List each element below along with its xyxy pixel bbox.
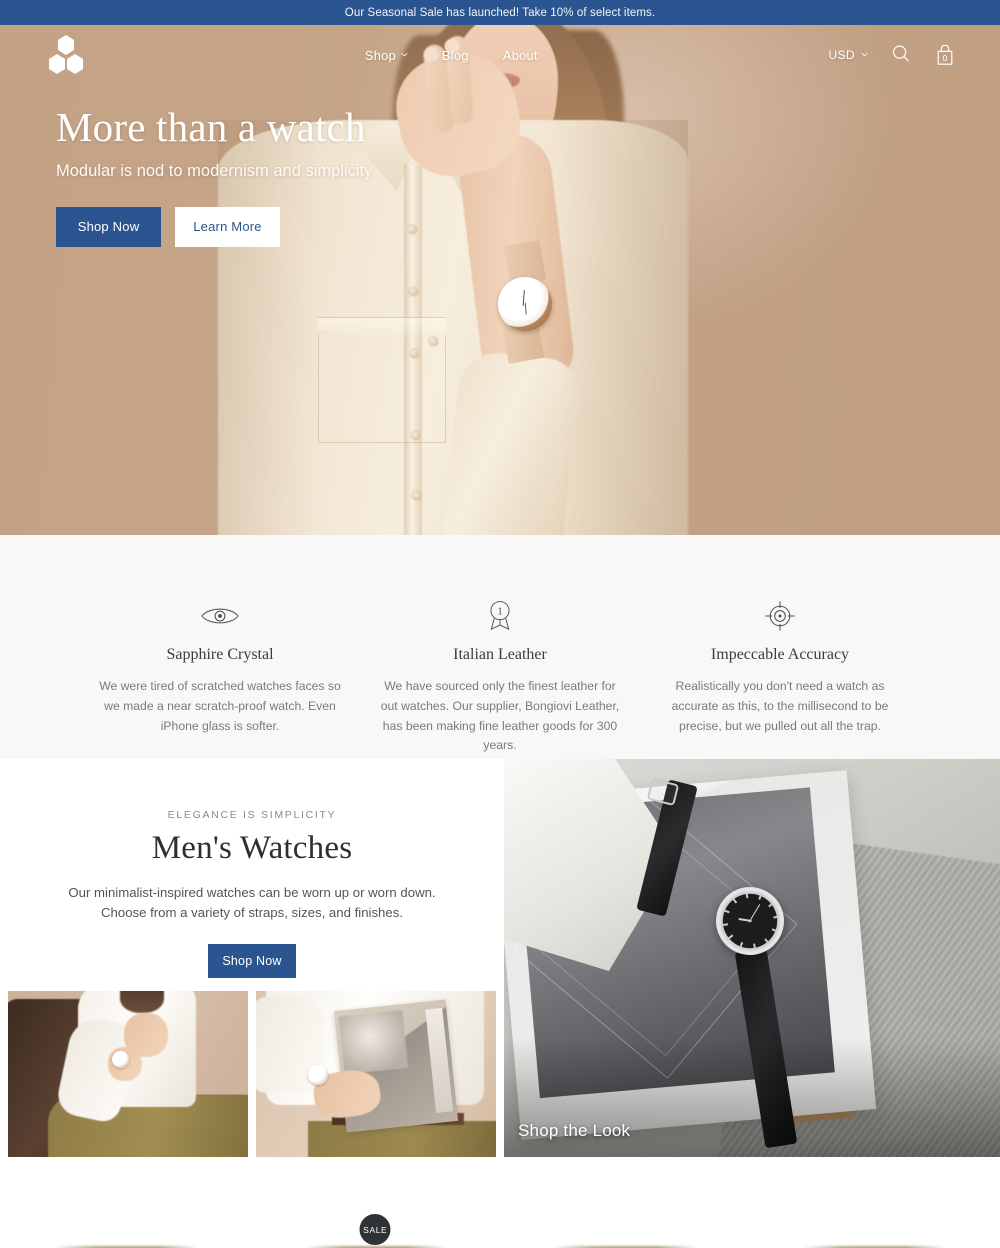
search-icon bbox=[892, 45, 909, 62]
product-card-1[interactable] bbox=[8, 1176, 244, 1248]
announcement-bar[interactable]: Our Seasonal Sale has launched! Take 10%… bbox=[0, 0, 1000, 25]
announcement-text: Our Seasonal Sale has launched! Take 10%… bbox=[344, 6, 656, 19]
nav-item-about[interactable]: About bbox=[503, 48, 538, 63]
feature-text: Realistically you don't need a watch as … bbox=[671, 679, 889, 733]
collection-text-line1: Our minimalist-inspired watches can be w… bbox=[68, 885, 436, 900]
features-section: Sapphire Crystal We were tired of scratc… bbox=[0, 535, 1000, 759]
sale-badge: SALE bbox=[359, 1214, 391, 1245]
page-root: Our Seasonal Sale has launched! Take 10%… bbox=[0, 0, 1000, 1248]
watch-tick bbox=[722, 923, 729, 927]
feature-title: Sapphire Crystal bbox=[166, 646, 274, 663]
man-seated-wearing-watch-photo bbox=[8, 991, 248, 1157]
products-row: SALE bbox=[0, 1176, 1000, 1248]
shop-the-look-label: Shop the Look bbox=[518, 1121, 631, 1140]
svg-text:1: 1 bbox=[497, 605, 502, 617]
wristwatch bbox=[308, 1065, 328, 1085]
hero-copy: More than a watch Modular is nod to mode… bbox=[56, 104, 576, 247]
nav-item-blog-label: Blog bbox=[441, 47, 469, 63]
feature-text: We have sourced only the finest leather … bbox=[380, 679, 620, 753]
shop-the-look-card[interactable]: Shop the Look bbox=[504, 759, 1000, 1157]
feature-text: We were tired of scratched watches faces… bbox=[99, 679, 341, 733]
collection-eyebrow: ELEGANCE IS SIMPLICITY bbox=[167, 809, 337, 821]
watch-tick bbox=[724, 910, 730, 914]
collection-title: Men's Watches bbox=[151, 830, 353, 866]
nav-item-blog[interactable]: Blog bbox=[442, 48, 469, 63]
product-card-4[interactable] bbox=[757, 1176, 993, 1248]
header-actions: USD 0 bbox=[828, 43, 956, 67]
feature-icon-wrap: 1 bbox=[378, 597, 622, 635]
award-ribbon-icon: 1 bbox=[490, 601, 510, 631]
eye-icon bbox=[201, 608, 239, 624]
watch-tick bbox=[732, 898, 737, 904]
feature-sapphire-crystal: Sapphire Crystal We were tired of scratc… bbox=[80, 597, 360, 736]
crosshair-target-icon bbox=[765, 601, 795, 631]
nav-item-shop[interactable]: Shop bbox=[365, 48, 408, 63]
watch-tick bbox=[764, 938, 769, 944]
watch-tick bbox=[773, 915, 779, 919]
logo-link[interactable] bbox=[44, 33, 88, 77]
hero-shop-now-button[interactable]: Shop Now bbox=[56, 206, 161, 247]
hero-content-layer: More than a watch Modular is nod to mode… bbox=[0, 25, 1000, 535]
chevron-down-icon bbox=[401, 52, 408, 56]
man-holding-art-book-wearing-watch-photo bbox=[256, 991, 496, 1157]
watch-tick bbox=[768, 902, 773, 907]
nav-item-about-label: About bbox=[502, 47, 538, 63]
modular-hexagon-logo-icon bbox=[49, 35, 83, 74]
collection-section: ELEGANCE IS SIMPLICITY Men's Watches Our… bbox=[0, 759, 1000, 1163]
chevron-down-icon bbox=[861, 52, 868, 56]
collection-thumbnail-2[interactable] bbox=[256, 991, 496, 1157]
feature-icon-wrap bbox=[658, 597, 902, 635]
hero-subtitle: Modular is nod to modernism and simplici… bbox=[56, 161, 373, 180]
wristwatch bbox=[112, 1051, 129, 1068]
watch-tick bbox=[745, 893, 748, 899]
watch-tick bbox=[728, 934, 734, 940]
collection-thumbnail-1[interactable] bbox=[8, 991, 248, 1157]
product-card-3[interactable] bbox=[507, 1176, 743, 1248]
feature-impeccable-accuracy: Impeccable Accuracy Realistically you do… bbox=[640, 597, 920, 736]
watch-tick bbox=[771, 928, 778, 932]
watch-tick bbox=[740, 942, 744, 948]
hero-learn-more-button[interactable]: Learn More bbox=[175, 206, 280, 247]
book-cover-portrait bbox=[338, 1010, 409, 1075]
feature-italian-leather: 1 Italian Leather We have sourced only t… bbox=[360, 597, 640, 756]
products-section: SALE bbox=[0, 1176, 1000, 1248]
currency-selector[interactable]: USD bbox=[828, 48, 868, 62]
collection-copy: ELEGANCE IS SIMPLICITY Men's Watches Our… bbox=[0, 759, 504, 991]
collection-shop-now-button[interactable]: Shop Now bbox=[208, 944, 296, 979]
hero-title: More than a watch bbox=[56, 104, 366, 150]
watch-tick bbox=[758, 894, 762, 900]
hero-section: More than a watch Modular is nod to mode… bbox=[0, 25, 1000, 535]
cart-button[interactable]: 0 bbox=[934, 43, 956, 67]
hero-actions: Shop Now Learn More bbox=[56, 206, 576, 247]
search-button[interactable] bbox=[890, 43, 912, 67]
model-hands bbox=[124, 1013, 168, 1057]
primary-nav: Shop Blog About bbox=[74, 48, 828, 63]
watch-tick bbox=[753, 943, 756, 949]
collection-text-line2: Choose from a variety of straps, sizes, … bbox=[101, 904, 403, 920]
feature-title: Italian Leather bbox=[453, 646, 547, 663]
feature-title: Impeccable Accuracy bbox=[710, 646, 850, 663]
site-header: Shop Blog About USD 0 bbox=[0, 25, 1000, 85]
cart-count-badge: 0 bbox=[942, 53, 948, 63]
black-leather-watch-on-notebook-photo bbox=[504, 759, 1000, 1157]
feature-icon-wrap bbox=[98, 597, 342, 635]
product-card-2[interactable]: SALE bbox=[258, 1176, 494, 1248]
currency-selector-value: USD bbox=[828, 48, 855, 62]
nav-item-shop-label: Shop bbox=[364, 47, 396, 63]
